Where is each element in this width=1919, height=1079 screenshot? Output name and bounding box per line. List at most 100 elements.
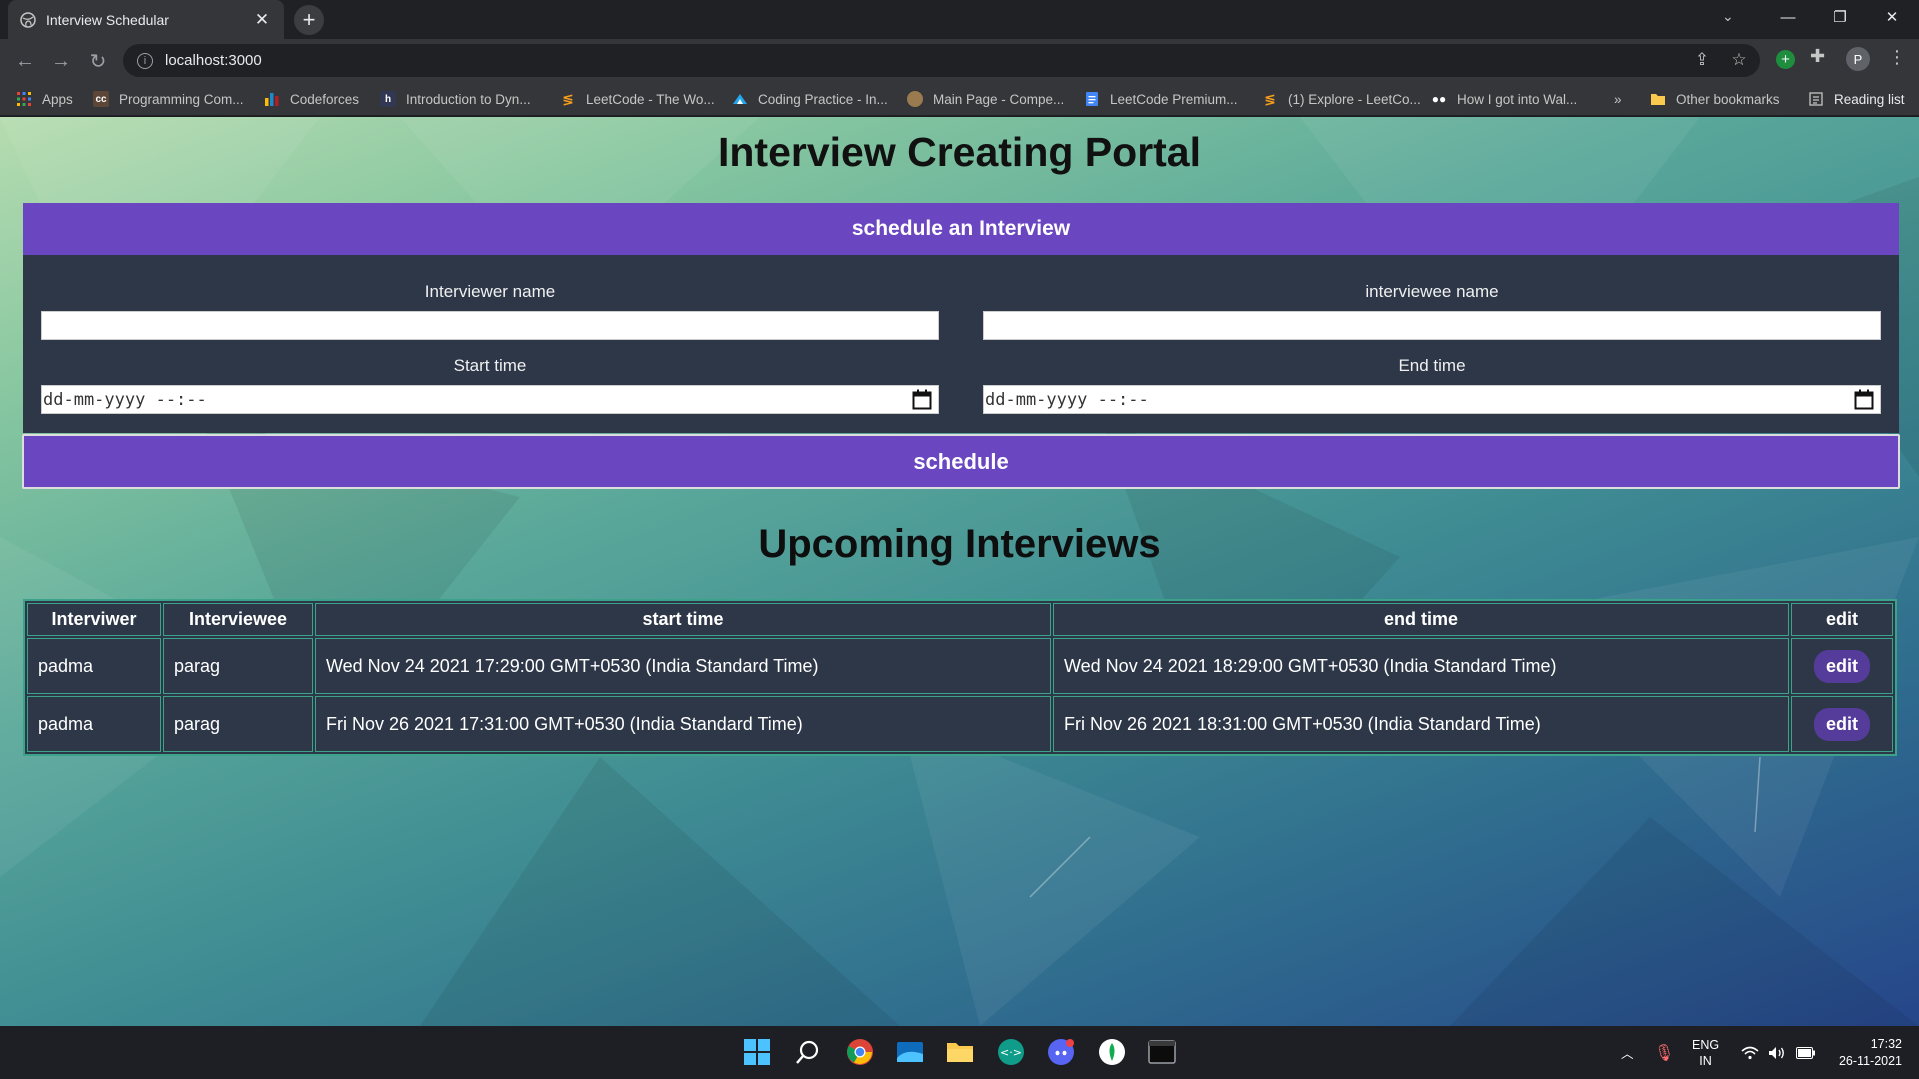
microphone-icon[interactable]: 🎙 — [1654, 1026, 1674, 1079]
bookmark-other-bookmarks[interactable]: Other bookmarks — [1650, 82, 1780, 116]
bookmark-main-page[interactable]: Main Page - Compe... — [907, 82, 1064, 116]
bookmark-coding-practice[interactable]: Coding Practice - In... — [732, 82, 888, 116]
leetcode-icon: ≶ — [562, 90, 574, 107]
end-time-input[interactable]: dd-mm-yyyy --:-- — [983, 385, 1881, 414]
show-hidden-icons[interactable]: ︿ — [1621, 1026, 1634, 1079]
extensions-puzzle-icon[interactable]: ✚ — [1810, 46, 1825, 67]
header-start-time: start time — [315, 603, 1051, 636]
globe-icon — [20, 11, 36, 28]
bookmark-codeforces[interactable]: Codeforces — [264, 82, 359, 116]
cell-end-time: Fri Nov 26 2021 18:31:00 GMT+0530 (India… — [1053, 696, 1789, 752]
end-time-label: End time — [1398, 356, 1466, 375]
interviewer-input[interactable] — [41, 311, 939, 340]
leetcode-icon: ≶ — [1264, 90, 1276, 107]
start-time-label: Start time — [453, 356, 527, 375]
cell-start-time: Wed Nov 24 2021 17:29:00 GMT+0530 (India… — [315, 638, 1051, 694]
volume-icon[interactable] — [1768, 1026, 1786, 1079]
back-icon[interactable]: ← — [12, 48, 38, 74]
profile-avatar[interactable]: P — [1846, 47, 1870, 71]
folder-icon — [1651, 94, 1665, 105]
start-time-input[interactable]: dd-mm-yyyy --:-- — [41, 385, 939, 414]
search-icon[interactable] — [793, 1037, 823, 1067]
bookmark-apps[interactable]: Apps — [16, 82, 73, 116]
bookmark-leetcode[interactable]: ≶ LeetCode - The Wo... — [560, 82, 714, 116]
more-bookmarks-chevron[interactable]: » — [1614, 82, 1622, 116]
extension-plus-icon[interactable]: + — [1776, 50, 1795, 69]
google-docs-icon — [1086, 92, 1098, 106]
schedule-form: schedule an Interview Interviewer name i… — [23, 203, 1899, 433]
windows-taskbar: <·> ︿ 🎙 ENG IN 17:32 26-11-2021 — [0, 1026, 1919, 1079]
close-window-icon[interactable]: ✕ — [1866, 0, 1918, 34]
page-title: Interview Creating Portal — [717, 129, 1201, 175]
bookmark-how-i-got-into-wal[interactable]: ●● How I got into Wal... — [1431, 82, 1578, 116]
medium-icon: ●● — [1431, 92, 1447, 106]
browser-tab-strip: Interview Schedular ✕ + ⌄ — ❐ ✕ — [0, 0, 1919, 39]
reading-list[interactable]: Reading list — [1808, 82, 1905, 116]
cp-algorithms-icon — [907, 91, 923, 107]
mail-icon[interactable] — [895, 1037, 925, 1067]
cell-interviewee: parag — [163, 638, 313, 694]
interviewbit-icon — [733, 94, 747, 104]
calendar-icon[interactable] — [1854, 389, 1874, 410]
new-tab-button[interactable]: + — [294, 5, 324, 35]
header-interviewer: Interviwer — [27, 603, 161, 636]
close-tab-icon[interactable]: ✕ — [252, 10, 272, 30]
apps-grid-icon — [17, 92, 31, 106]
language-indicator[interactable]: ENG IN — [1692, 1026, 1719, 1079]
discord-icon[interactable] — [1046, 1037, 1076, 1067]
reload-icon[interactable]: ↻ — [85, 48, 111, 74]
tab-search-icon[interactable]: ⌄ — [1722, 8, 1734, 25]
svg-text:<·>: <·> — [1000, 1046, 1022, 1059]
bookmark-explore-leetcode[interactable]: ≶ (1) Explore - LeetCo... — [1262, 82, 1421, 116]
page-viewport: Interview Creating Portal schedule an In… — [0, 117, 1919, 1026]
interviewee-input[interactable] — [983, 311, 1881, 340]
restore-icon[interactable]: ❐ — [1814, 0, 1866, 34]
codechef-icon: cc — [93, 91, 109, 107]
browser-tab[interactable]: Interview Schedular ✕ — [8, 0, 284, 39]
cell-edit: edit — [1791, 696, 1893, 752]
browser-toolbar: ← → ↻ i localhost:3000 ⇪ ☆ — [0, 39, 1919, 82]
edit-button[interactable]: edit — [1813, 707, 1870, 741]
hackerearth-icon: h — [380, 91, 396, 107]
cell-end-time: Wed Nov 24 2021 18:29:00 GMT+0530 (India… — [1053, 638, 1789, 694]
codeforces-icon — [265, 93, 279, 106]
bookmark-codechef[interactable]: cc Programming Com... — [93, 82, 244, 116]
bookmark-introduction-to-dyn[interactable]: h Introduction to Dyn... — [380, 82, 531, 116]
terminal-icon[interactable] — [1147, 1037, 1177, 1067]
header-interviewee: Interviewee — [163, 603, 313, 636]
windows-start-icon[interactable] — [742, 1037, 772, 1067]
edit-button[interactable]: edit — [1813, 649, 1870, 683]
table-row: padma parag Wed Nov 24 2021 17:29:00 GMT… — [27, 638, 1893, 694]
tab-title: Interview Schedular — [46, 11, 169, 28]
battery-icon[interactable] — [1796, 1026, 1816, 1079]
cell-edit: edit — [1791, 638, 1893, 694]
form-header: schedule an Interview — [23, 203, 1899, 255]
bookmark-leetcode-premium[interactable]: LeetCode Premium... — [1084, 82, 1238, 116]
file-explorer-icon[interactable] — [945, 1037, 975, 1067]
cell-interviewee: parag — [163, 696, 313, 752]
schedule-button[interactable]: schedule — [22, 434, 1900, 489]
wifi-icon[interactable] — [1741, 1026, 1759, 1079]
upcoming-interviews-heading: Upcoming Interviews — [758, 522, 1161, 566]
site-info-icon[interactable]: i — [137, 52, 153, 69]
chrome-icon[interactable] — [845, 1037, 875, 1067]
remote-desktop-icon[interactable]: <·> — [996, 1037, 1026, 1067]
share-icon[interactable]: ⇪ — [1691, 50, 1713, 70]
menu-kebab-icon[interactable]: ⋮ — [1888, 47, 1906, 68]
header-edit: edit — [1791, 603, 1893, 636]
forward-icon[interactable]: → — [48, 48, 74, 74]
interviewee-label: interviewee name — [1365, 282, 1499, 301]
cell-interviewer: padma — [27, 638, 161, 694]
calendar-icon[interactable] — [912, 389, 932, 410]
minimize-icon[interactable]: — — [1762, 0, 1814, 34]
table-header-row: Interviwer Interviewee start time end ti… — [27, 603, 1893, 636]
bookmarks-bar: Apps cc Programming Com... Codeforces h … — [0, 82, 1919, 116]
address-bar[interactable]: i localhost:3000 — [123, 44, 1760, 77]
clock[interactable]: 17:32 26-11-2021 — [1834, 1026, 1902, 1079]
address-text: localhost:3000 — [165, 52, 262, 69]
interviews-table: Interviwer Interviewee start time end ti… — [23, 599, 1897, 756]
table-row: padma parag Fri Nov 26 2021 17:31:00 GMT… — [27, 696, 1893, 752]
bookmark-star-icon[interactable]: ☆ — [1728, 50, 1750, 70]
header-end-time: end time — [1053, 603, 1789, 636]
mongodb-compass-icon[interactable] — [1097, 1037, 1127, 1067]
